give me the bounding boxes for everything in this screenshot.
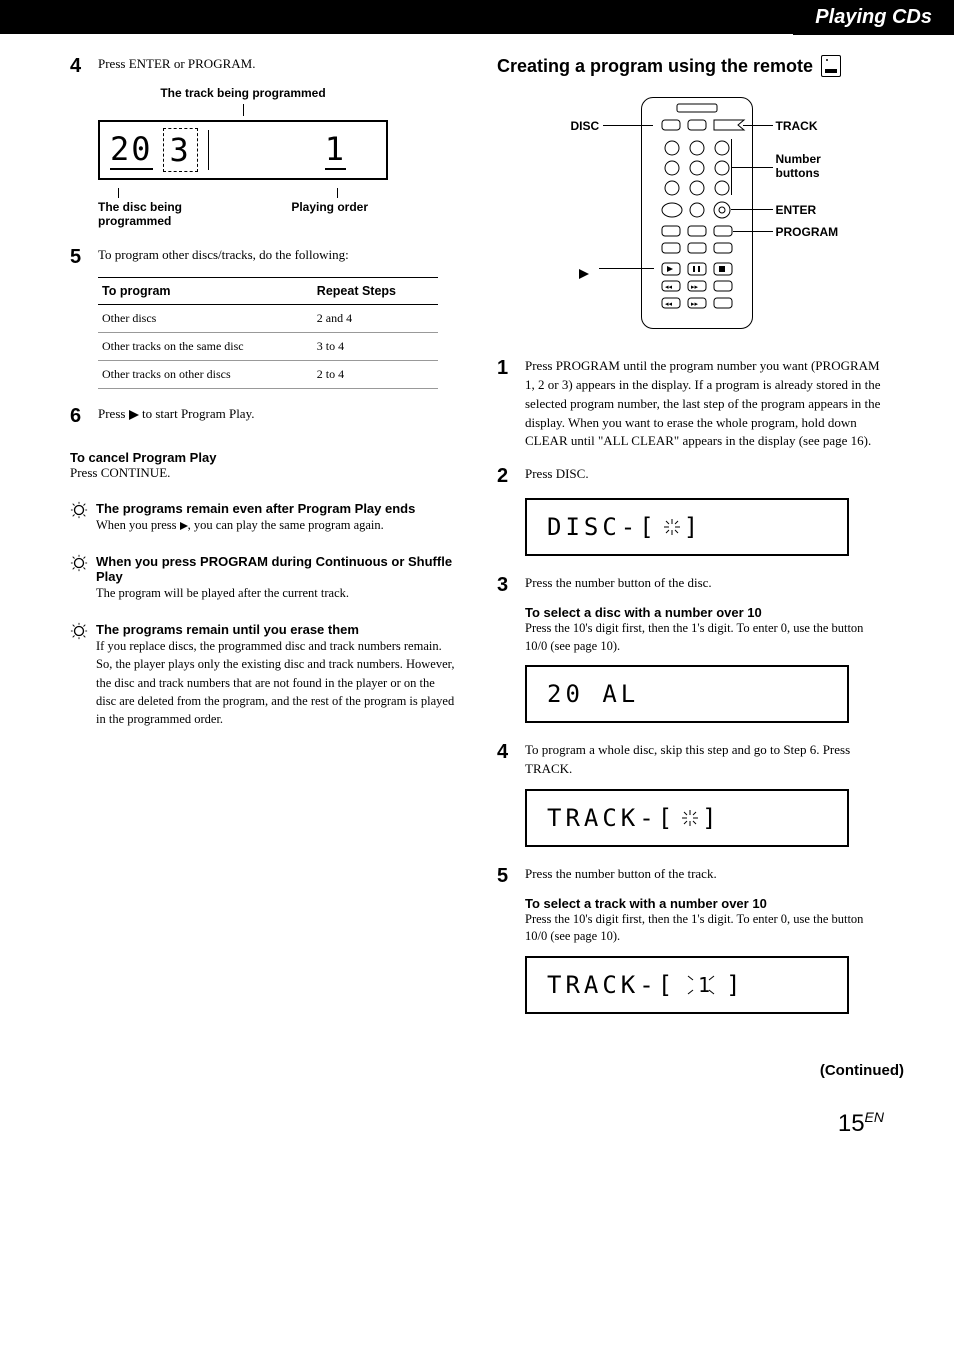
section-tab: Playing CDs (793, 0, 954, 35)
svg-text:◂◂: ◂◂ (665, 301, 673, 308)
lcd1-top-label: The track being programmed (98, 86, 388, 100)
cancel-head: To cancel Program Play (70, 450, 457, 465)
step-4: 4 Press ENTER or PROGRAM. (70, 55, 457, 78)
remote-body: ◂◂ ▸▸ ◂◂ ▸▸ (641, 97, 753, 329)
r-step-3-text: Press the number button of the disc. (525, 574, 712, 593)
blink-indicator-icon (680, 808, 698, 828)
play-icon (129, 410, 139, 420)
r-step-num-3: 3 (497, 574, 525, 597)
tip-3: The programs remain until you erase them… (70, 622, 457, 728)
r-step-2: 2 Press DISC. (497, 465, 884, 488)
tip-icon (70, 622, 88, 640)
page-number: 15EN (0, 1109, 954, 1138)
table-row: Other discs 2 and 4 (98, 305, 438, 333)
r-step-3: 3 Press the number button of the disc. (497, 574, 884, 597)
lcd-track2: TRACK-[ 1 ] (525, 956, 849, 1014)
lcd1-track-value: 3 (163, 131, 198, 169)
lcd1-order-value: 1 (325, 130, 346, 170)
tip2-body: The program will be played after the cur… (96, 584, 457, 602)
svg-text:◂◂: ◂◂ (665, 284, 673, 291)
label-enter: ENTER (776, 203, 817, 217)
remote-diagram: ◂◂ ▸▸ ◂◂ ▸▸ DISC TRACK Number buttons (531, 97, 851, 337)
r-step-num-2: 2 (497, 465, 525, 488)
right-column: Creating a program using the remote (497, 55, 884, 1032)
tip-icon (70, 501, 88, 519)
remote-icon (821, 55, 841, 77)
tip-icon (70, 554, 88, 572)
lcd1-disc-label: The disc being programmed (98, 200, 229, 228)
table-row: Other tracks on other discs 2 to 4 (98, 361, 438, 389)
label-program: PROGRAM (776, 225, 839, 239)
play-symbol-label (579, 263, 589, 284)
r-step-5: 5 Press the number button of the track. (497, 865, 884, 888)
blink-digit-1: 1 (684, 970, 718, 1000)
tip-1: The programs remain even after Program P… (70, 501, 457, 534)
r-step-1: 1 Press PROGRAM until the program number… (497, 357, 884, 451)
label-numbers: Number buttons (776, 152, 846, 180)
tip-2: When you press PROGRAM during Continuous… (70, 554, 457, 602)
lcd-20al: 20 AL (525, 665, 849, 723)
cancel-body: Press CONTINUE. (70, 465, 457, 481)
r-step-num-4: 4 (497, 741, 525, 764)
header-bar-left (0, 0, 793, 34)
blink-indicator-icon (662, 517, 680, 537)
r-step-5-text: Press the number button of the track. (525, 865, 717, 884)
lcd1-order-label: Playing order (258, 200, 389, 214)
lcd1-box: 20 3 1 (98, 120, 388, 180)
disc-over10-head: To select a disc with a number over 10 (525, 605, 884, 620)
lcd-disc: DISC-[ ] (525, 498, 849, 556)
play-icon (180, 522, 188, 530)
r-step-4: 4 To program a whole disc, skip this ste… (497, 741, 884, 779)
track-over10-head: To select a track with a number over 10 (525, 896, 884, 911)
table-header-1: To program (98, 278, 313, 305)
r-step-4-text: To program a whole disc, skip this step … (525, 741, 884, 779)
r-step-num-5: 5 (497, 865, 525, 888)
lcd-track: TRACK-[ ] (525, 789, 849, 847)
blink-digit-value: 1 (698, 973, 714, 997)
step-num-4: 4 (70, 55, 98, 78)
lcd-figure-1: The track being programmed 20 3 1 The di… (98, 86, 388, 228)
step-num-6: 6 (70, 405, 98, 428)
step-num-5: 5 (70, 246, 98, 269)
label-track: TRACK (776, 119, 818, 133)
track-over10-body: Press the 10's digit first, then the 1's… (525, 911, 884, 946)
disc-over10-body: Press the 10's digit first, then the 1's… (525, 620, 884, 655)
left-column: 4 Press ENTER or PROGRAM. The track bein… (70, 55, 457, 1032)
step-5-text: To program other discs/tracks, do the fo… (98, 246, 349, 265)
label-disc: DISC (571, 119, 600, 133)
step-6: 6 Press to start Program Play. (70, 405, 457, 428)
tip1-body: When you press , you can play the same p… (96, 516, 415, 534)
step-4-text: Press ENTER or PROGRAM. (98, 55, 255, 74)
program-table: To program Repeat Steps Other discs 2 an… (98, 277, 438, 389)
step-6-text: Press to start Program Play. (98, 405, 254, 424)
tip2-head: When you press PROGRAM during Continuous… (96, 554, 457, 584)
step-5: 5 To program other discs/tracks, do the … (70, 246, 457, 269)
lcd1-disc-value: 20 (110, 130, 153, 170)
table-header-2: Repeat Steps (313, 278, 438, 305)
tip3-body: If you replace discs, the programmed dis… (96, 637, 457, 728)
r-step-num-1: 1 (497, 357, 525, 380)
svg-text:▸▸: ▸▸ (691, 284, 699, 291)
continued-label: (Continued) (0, 1062, 954, 1079)
svg-text:▸▸: ▸▸ (691, 301, 699, 308)
r-step-2-text: Press DISC. (525, 465, 589, 484)
table-row: Other tracks on the same disc 3 to 4 (98, 333, 438, 361)
tip1-head: The programs remain even after Program P… (96, 501, 415, 516)
right-title: Creating a program using the remote (497, 55, 884, 77)
r-step-1-text: Press PROGRAM until the program number y… (525, 357, 884, 451)
tip3-head: The programs remain until you erase them (96, 622, 457, 637)
